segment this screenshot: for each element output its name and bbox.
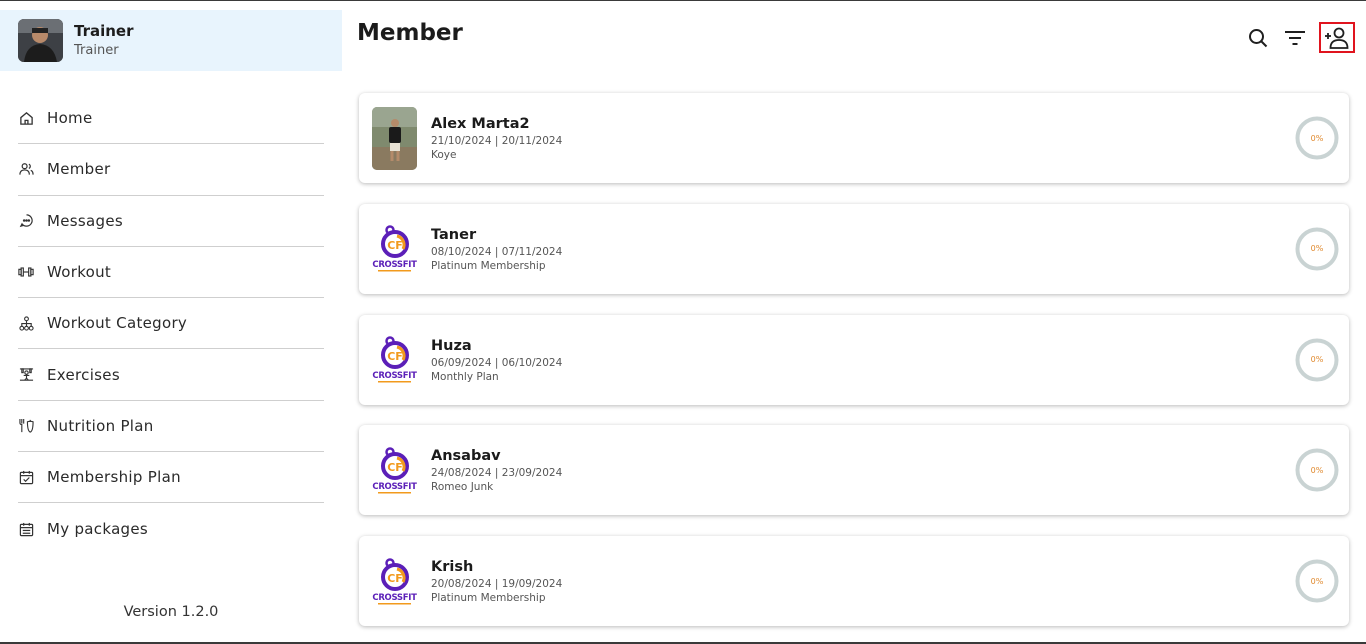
sidebar-item-workout[interactable]: Workout: [18, 247, 324, 299]
sidebar-item-my-packages[interactable]: My packages: [18, 503, 324, 554]
sidebar: Trainer Trainer Home Member Messages Wor…: [0, 1, 342, 642]
member-info: Huza 06/09/2024 | 06/10/2024 Monthly Pla…: [431, 337, 562, 384]
svg-text:CF: CF: [387, 572, 403, 585]
sidebar-item-label: Member: [47, 160, 111, 179]
member-info: Alex Marta2 21/10/2024 | 20/11/2024 Koye: [431, 115, 562, 162]
calendar-list-icon: [18, 521, 34, 537]
member-card[interactable]: CF CROSSFIT Huza 06/09/2024 | 06/10/2024…: [359, 314, 1349, 405]
member-dates: 21/10/2024 | 20/11/2024: [431, 135, 563, 147]
home-icon: [18, 110, 34, 126]
member-name: Taner: [431, 226, 477, 243]
progress-value: 0%: [1310, 355, 1324, 365]
sidebar-item-label: Exercises: [47, 365, 120, 384]
sidebar-nav: Home Member Messages Workout Workout Cat…: [18, 93, 324, 555]
sidebar-item-workout-category[interactable]: Workout Category: [18, 298, 324, 350]
member-card[interactable]: CF CROSSFIT Ansabav 24/08/2024 | 23/09/2…: [359, 425, 1349, 516]
member-plan: Romeo Junk: [431, 481, 494, 494]
chat-icon: [18, 213, 34, 229]
progress-value: 0%: [1310, 244, 1324, 254]
member-card[interactable]: CF CROSSFIT Taner 08/10/2024 | 07/11/202…: [359, 203, 1349, 294]
sidebar-item-membership-plan[interactable]: Membership Plan: [18, 452, 324, 504]
member-dates: 20/08/2024 | 19/09/2024: [431, 578, 563, 591]
member-plan: Monthly Plan: [431, 370, 499, 383]
hierarchy-icon: [18, 315, 34, 331]
progress-ring: 0%: [1295, 448, 1339, 492]
crossfit-logo: CF CROSSFIT: [372, 218, 417, 281]
member-name: Ansabav: [431, 448, 501, 465]
member-list: Alex Marta2 21/10/2024 | 20/11/2024 Koye…: [359, 93, 1349, 644]
profile-card[interactable]: Trainer Trainer: [0, 10, 342, 71]
svg-text:CROSSFIT: CROSSFIT: [372, 371, 417, 381]
member-name: Alex Marta2: [431, 116, 530, 132]
sidebar-item-label: Home: [47, 109, 93, 128]
crossfit-logo: CF CROSSFIT: [372, 550, 417, 613]
search-icon[interactable]: [1244, 24, 1272, 52]
svg-text:CF: CF: [387, 350, 403, 363]
svg-text:CROSSFIT: CROSSFIT: [372, 593, 417, 603]
progress-value: 0%: [1310, 465, 1324, 475]
svg-text:CF: CF: [387, 239, 403, 252]
member-info: Taner 08/10/2024 | 07/11/2024 Platinum M…: [431, 226, 562, 273]
sidebar-item-exercises[interactable]: Exercises: [18, 349, 324, 401]
member-dates: 06/09/2024 | 06/10/2024: [431, 356, 563, 369]
svg-text:CROSSFIT: CROSSFIT: [372, 260, 417, 270]
avatar: [18, 19, 63, 62]
profile-name: Trainer: [74, 21, 134, 40]
crossfit-logo: CF CROSSFIT: [372, 439, 417, 502]
member-dates: 24/08/2024 | 23/09/2024: [431, 467, 563, 480]
header-toolbar: [1244, 22, 1355, 53]
member-photo: [372, 107, 417, 170]
progress-value: 0%: [1310, 576, 1324, 586]
sidebar-item-messages[interactable]: Messages: [18, 196, 324, 247]
member-plan: Koye: [431, 149, 457, 161]
profile-role: Trainer: [74, 42, 119, 58]
version-label: Version 1.2.0: [123, 604, 219, 620]
svg-text:CROSSFIT: CROSSFIT: [372, 482, 417, 492]
sidebar-item-label: Nutrition Plan: [47, 416, 154, 435]
sidebar-item-label: Workout: [47, 263, 112, 282]
dumbbell-icon: [18, 264, 34, 280]
exercise-icon: [18, 367, 34, 383]
sidebar-item-home[interactable]: Home: [18, 93, 324, 145]
users-icon: [18, 161, 34, 177]
sidebar-item-label: Membership Plan: [47, 468, 181, 487]
member-plan: Platinum Membership: [431, 259, 546, 272]
sidebar-item-member[interactable]: Member: [18, 144, 324, 196]
member-dates: 08/10/2024 | 07/11/2024: [431, 245, 563, 258]
sidebar-item-label: My packages: [47, 520, 149, 539]
member-info: Ansabav 24/08/2024 | 23/09/2024 Romeo Ju…: [431, 447, 562, 494]
svg-text:CF: CF: [387, 461, 403, 474]
member-name: Huza: [431, 337, 472, 354]
member-card[interactable]: CF CROSSFIT Krish 20/08/2024 | 19/09/202…: [359, 536, 1349, 627]
member-name: Krish: [431, 559, 474, 576]
progress-ring: 0%: [1295, 338, 1339, 382]
crossfit-logo: CF CROSSFIT: [372, 329, 417, 392]
progress-ring: 0%: [1295, 559, 1339, 603]
page-title: Member: [357, 20, 463, 46]
progress-ring: 0%: [1295, 227, 1339, 271]
filter-icon[interactable]: [1281, 24, 1309, 52]
progress-ring: 0%: [1295, 116, 1339, 160]
progress-value: 0%: [1310, 133, 1324, 143]
calendar-check-icon: [18, 469, 34, 485]
sidebar-item-nutrition-plan[interactable]: Nutrition Plan: [18, 401, 324, 453]
member-info: Krish 20/08/2024 | 19/09/2024 Platinum M…: [431, 558, 562, 605]
add-user-icon[interactable]: [1319, 22, 1355, 53]
nutrition-icon: [18, 418, 34, 434]
sidebar-item-label: Messages: [47, 211, 123, 230]
member-card[interactable]: Alex Marta2 21/10/2024 | 20/11/2024 Koye…: [359, 93, 1349, 183]
member-plan: Platinum Membership: [431, 592, 546, 605]
sidebar-item-label: Workout Category: [47, 314, 188, 333]
